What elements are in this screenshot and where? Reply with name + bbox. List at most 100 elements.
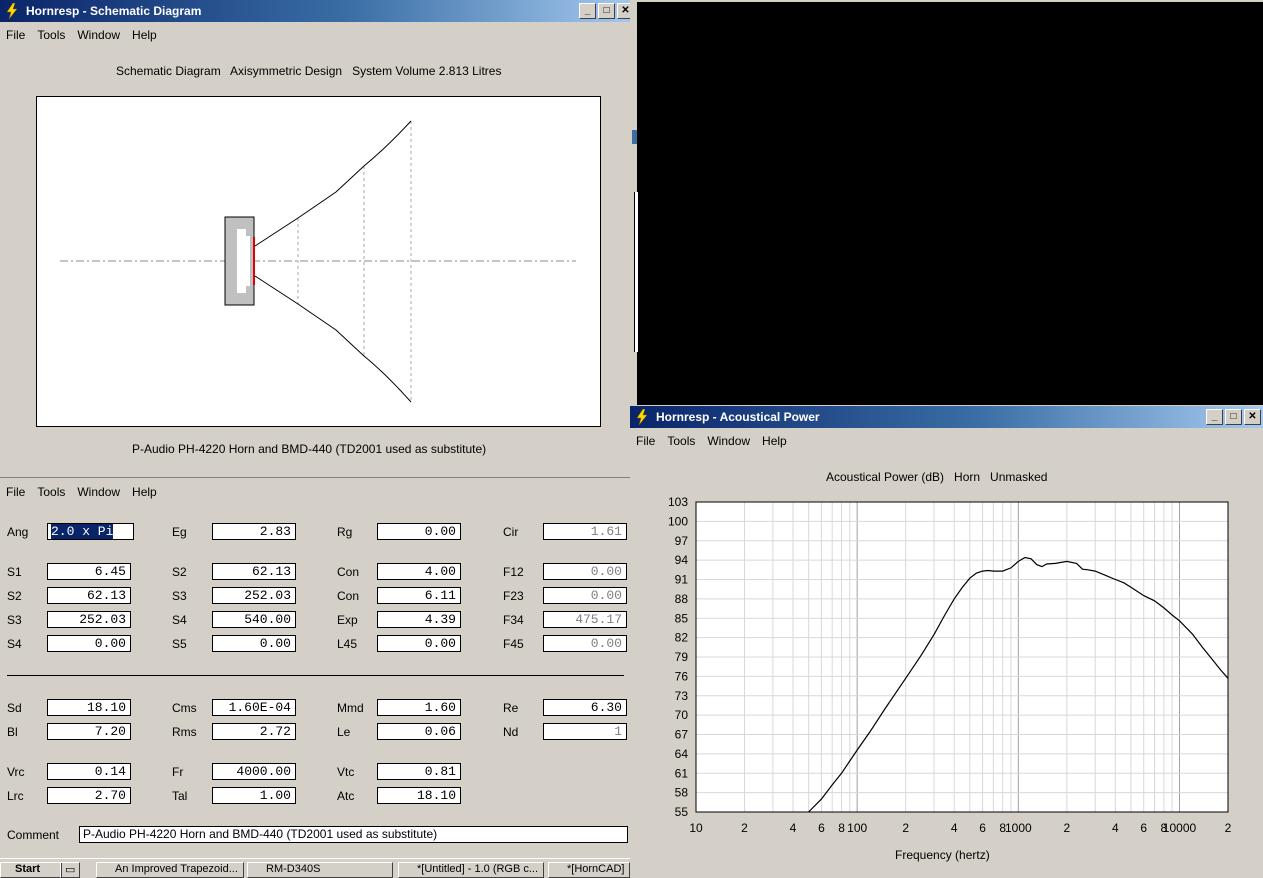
param-field-mmd[interactable]: 1.60 — [377, 699, 461, 716]
acoustical-power-window: Hornresp - Acoustical Power _ □ ✕ File T… — [630, 406, 1263, 873]
x-tick-label: 2 — [1063, 821, 1070, 835]
param-label-vtc: Vtc — [337, 765, 355, 779]
menu-tools[interactable]: Tools — [661, 432, 701, 450]
param-field-exp[interactable]: 4.39 — [377, 611, 461, 628]
param-field-eg[interactable]: 2.83 — [212, 523, 296, 540]
y-tick-label: 64 — [675, 747, 689, 761]
param-label-s1: S1 — [7, 565, 22, 579]
schematic-titlebar[interactable]: Hornresp - Schematic Diagram _ □ ✕ — [0, 0, 636, 22]
param-label-rms: Rms — [172, 725, 197, 739]
param-field-re[interactable]: 6.30 — [543, 699, 627, 716]
taskbar-item[interactable]: *[HornCAD] — [548, 862, 630, 878]
menu-window[interactable]: Window — [71, 26, 126, 44]
x-tick-label: 6 — [818, 821, 825, 835]
param-field-f45[interactable]: 0.00 — [543, 635, 627, 652]
menu-help[interactable]: Help — [756, 432, 793, 450]
maximize-button[interactable]: □ — [598, 3, 615, 19]
param-field-ang[interactable]: 2.0 x Pi — [47, 523, 134, 540]
x-tick-label: 1000 — [1005, 821, 1032, 835]
param-label-s5: S5 — [172, 637, 187, 651]
param-field-s1[interactable]: 6.45 — [47, 563, 131, 580]
param-field-vrc[interactable]: 0.14 — [47, 763, 131, 780]
horn-schematic-diagram — [36, 96, 601, 427]
param-label-re: Re — [503, 701, 519, 715]
menu-file[interactable]: File — [630, 432, 661, 450]
param-field-s5[interactable]: 0.00 — [212, 635, 296, 652]
y-tick-label: 79 — [675, 650, 689, 664]
param-field-s2[interactable]: 62.13 — [212, 563, 296, 580]
x-tick-label: 2 — [741, 821, 748, 835]
param-field-f23[interactable]: 0.00 — [543, 587, 627, 604]
start-button[interactable]: Start — [0, 862, 62, 878]
param-field-rms[interactable]: 2.72 — [212, 723, 296, 740]
param-field-fr[interactable]: 4000.00 — [212, 763, 296, 780]
param-field-s2[interactable]: 62.13 — [47, 587, 131, 604]
x-tick-label: 4 — [790, 821, 797, 835]
param-field-f12[interactable]: 0.00 — [543, 563, 627, 580]
param-field-s3[interactable]: 252.03 — [212, 587, 296, 604]
param-label-mmd: Mmd — [337, 701, 364, 715]
param-field-le[interactable]: 0.06 — [377, 723, 461, 740]
folder-icon[interactable]: ▭ — [60, 862, 80, 878]
close-button[interactable]: ✕ — [1244, 409, 1261, 425]
schematic-heading: Schematic Diagram Axisymmetric Design Sy… — [116, 64, 502, 78]
param-field-bl[interactable]: 7.20 — [47, 723, 131, 740]
minimize-button[interactable]: _ — [1206, 409, 1223, 425]
menu-tools[interactable]: Tools — [31, 483, 71, 501]
schematic-menubar: File Tools Window Help — [0, 26, 636, 44]
x-tick-label: 8 — [838, 821, 845, 835]
background-strip-white — [634, 192, 638, 352]
param-field-lrc[interactable]: 2.70 — [47, 787, 131, 804]
param-label-l45: L45 — [337, 637, 358, 651]
menu-window[interactable]: Window — [701, 432, 756, 450]
param-label-s4: S4 — [7, 637, 22, 651]
taskbar-item[interactable]: An Improved Trapezoid... — [96, 862, 244, 878]
param-field-nd[interactable]: 1 — [543, 723, 627, 740]
param-field-con[interactable]: 6.11 — [377, 587, 461, 604]
acoustical-power-chart: 10310097949188858279767370676461585510 2 4… — [668, 495, 1232, 835]
param-field-cir[interactable]: 1.61 — [543, 523, 627, 540]
y-tick-label: 91 — [675, 573, 689, 587]
param-label-s3: S3 — [172, 589, 187, 603]
power-titlebar[interactable]: Hornresp - Acoustical Power _ □ ✕ — [630, 406, 1263, 428]
param-field-sd[interactable]: 18.10 — [47, 699, 131, 716]
background-strip-blue — [632, 130, 637, 144]
param-field-f34[interactable]: 475.17 — [543, 611, 627, 628]
menu-window[interactable]: Window — [71, 483, 126, 501]
y-tick-label: 55 — [675, 805, 689, 819]
parameters-window: File Tools Window Help Ang 2.0 x Pi Eg 2.83… — [0, 477, 630, 859]
param-field-l45[interactable]: 0.00 — [377, 635, 461, 652]
menu-help[interactable]: Help — [126, 483, 163, 501]
y-tick-label: 88 — [675, 592, 689, 606]
param-label-s2: S2 — [172, 565, 187, 579]
comment-input[interactable]: P-Audio PH-4220 Horn and BMD-440 (TD2001… — [79, 826, 628, 843]
param-field-tal[interactable]: 1.00 — [212, 787, 296, 804]
menu-help[interactable]: Help — [126, 26, 163, 44]
param-label-s3: S3 — [7, 613, 22, 627]
y-tick-label: 61 — [675, 766, 689, 780]
x-tick-label: 100 — [847, 821, 867, 835]
param-field-cms[interactable]: 1.60E-04 — [212, 699, 296, 716]
menu-file[interactable]: File — [0, 26, 31, 44]
taskbar-item[interactable]: RM-D340S — [247, 862, 393, 878]
menu-file[interactable]: File — [0, 483, 31, 501]
param-field-s4[interactable]: 540.00 — [212, 611, 296, 628]
x-tick-label: 10000 — [1163, 821, 1197, 835]
maximize-button[interactable]: □ — [1225, 409, 1242, 425]
taskbar-item[interactable]: *[Untitled] - 1.0 (RGB c... — [398, 862, 544, 878]
y-tick-label: 67 — [675, 728, 689, 742]
param-field-con[interactable]: 4.00 — [377, 563, 461, 580]
param-field-vtc[interactable]: 0.81 — [377, 763, 461, 780]
param-field-s4[interactable]: 0.00 — [47, 635, 131, 652]
y-tick-label: 82 — [675, 631, 689, 645]
y-tick-label: 103 — [668, 495, 688, 509]
minimize-button[interactable]: _ — [579, 3, 596, 19]
param-field-s3[interactable]: 252.03 — [47, 611, 131, 628]
param-field-rg[interactable]: 0.00 — [377, 523, 461, 540]
param-label-f34: F34 — [503, 613, 524, 627]
parameter-divider — [7, 675, 624, 676]
menu-tools[interactable]: Tools — [31, 26, 71, 44]
param-field-atc[interactable]: 18.10 — [377, 787, 461, 804]
param-label-con: Con — [337, 589, 360, 603]
x-tick-label: 2 — [902, 821, 909, 835]
